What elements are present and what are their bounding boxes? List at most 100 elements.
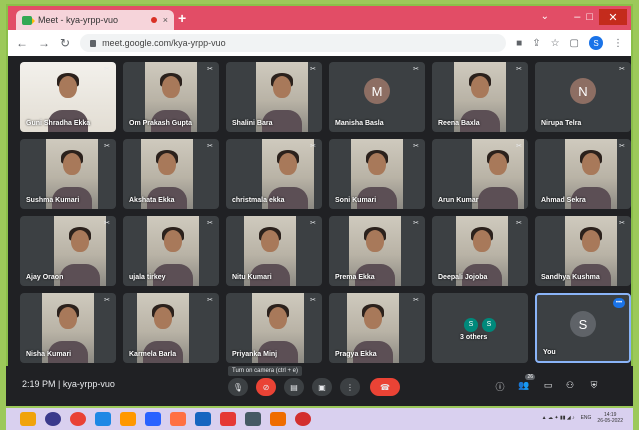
meeting-code: kya-yrpp-vuo (62, 379, 115, 389)
mic-muted-icon: ✂ (310, 297, 316, 304)
host-controls-icon[interactable]: ⛨ (588, 380, 600, 391)
participant-tile[interactable]: Akshata Ekka ✂ (123, 139, 219, 209)
participant-tile[interactable]: Om Prakash Gupta ✂ (123, 62, 219, 132)
clock[interactable]: 14:19 26-05-2022 (597, 412, 623, 424)
person-head (162, 76, 180, 98)
mic-muted-icon: ✂ (104, 143, 110, 150)
person-head (582, 230, 600, 252)
file-explorer-icon[interactable] (20, 412, 36, 426)
participant-tile[interactable]: Arun Kumar ✂ (432, 139, 528, 209)
participant-tile[interactable]: christmala ekka ✂ (226, 139, 322, 209)
participant-name: Arun Kumar (438, 197, 479, 204)
participant-name: Sushma Kumari (26, 197, 80, 204)
participant-grid: Guni Shradha Ekka ✂ Om Prakash Gupta ✂ Shali… (20, 62, 631, 363)
participant-tile[interactable]: Karmela Barla ✂ (123, 293, 219, 363)
participant-tile[interactable]: Nitu Kumari ✂ (226, 216, 322, 286)
new-tab-button[interactable]: + (178, 10, 186, 26)
maximize-button[interactable]: □ (586, 11, 593, 23)
participant-name: Nitu Kumari (232, 274, 272, 281)
minimize-button[interactable]: – (574, 11, 580, 23)
self-avatar: S (570, 311, 596, 337)
chrome-icon[interactable] (70, 412, 86, 426)
participant-name: Akshata Ekka (129, 197, 175, 204)
app-icon[interactable] (195, 412, 211, 426)
vlc-icon[interactable] (170, 412, 186, 426)
mic-muted-icon: ✂ (413, 66, 419, 73)
participant-tile[interactable]: Sandhya Kushma ✂ (535, 216, 631, 286)
mic-muted-icon: ✂ (104, 220, 110, 227)
more-options-button[interactable]: ⋮ (340, 378, 360, 396)
mic-muted-icon: ✂ (207, 143, 213, 150)
app-icon[interactable] (245, 412, 261, 426)
mic-muted-icon: ✂ (310, 220, 316, 227)
mic-muted-icon: ✂ (104, 66, 110, 73)
system-tray: ▲ ☁ ✦ ▮▮ ◢ ♪ ENG 14:19 26-05-2022 (542, 412, 623, 424)
participant-tile[interactable]: Sushma Kumari ✂ (20, 139, 116, 209)
person-head (158, 153, 176, 175)
reload-icon[interactable]: ↻ (60, 36, 70, 50)
participant-tile[interactable]: Ahmad Sekra ✂ (535, 139, 631, 209)
participant-name: Ajay Oraon (26, 274, 64, 281)
end-call-button[interactable]: ☎ (370, 378, 400, 396)
window-close-button[interactable]: ✕ (599, 9, 627, 25)
mic-button[interactable]: 🎙 (228, 378, 248, 396)
participant-name: Om Prakash Gupta (129, 120, 193, 127)
participant-tile[interactable]: M Manisha Basla ✂ (329, 62, 425, 132)
chrome-active-icon[interactable] (295, 412, 311, 426)
tab-meet[interactable]: Meet - kya-yrpp-vuo × (16, 10, 174, 30)
people-icon[interactable]: 👥 26 (518, 374, 535, 391)
person-head (279, 153, 297, 175)
participant-tile[interactable]: Guni Shradha Ekka ✂ (20, 62, 116, 132)
edge-icon[interactable] (95, 412, 111, 426)
hp-icon[interactable] (45, 412, 61, 426)
app-icon[interactable] (145, 412, 161, 426)
forward-arrow-icon[interactable]: → (38, 36, 50, 50)
participant-tile[interactable]: Reena Baxla ✂ (432, 62, 528, 132)
person-head (63, 153, 81, 175)
camera-button[interactable]: ⊘ (256, 378, 276, 396)
participant-tile[interactable]: ujala tirkey ✂ (123, 216, 219, 286)
person-head (582, 153, 600, 175)
language-indicator[interactable]: ENG (581, 415, 592, 421)
participant-tile[interactable]: Prema Ekka ✂ (329, 216, 425, 286)
tab-close-button[interactable]: × (163, 15, 168, 25)
participant-tile[interactable]: Nisha Kumari ✂ (20, 293, 116, 363)
bookmark-star-icon[interactable]: ☆ (551, 38, 560, 49)
participant-tile[interactable]: Pragya Ekka ✂ (329, 293, 425, 363)
chevron-down-icon[interactable]: ⌄ (541, 11, 549, 22)
captions-icon: ▤ (290, 382, 298, 392)
participant-tile[interactable]: Priyanka Minj ✂ (226, 293, 322, 363)
kebab-menu-icon[interactable]: ⋮ (613, 38, 623, 49)
info-icon[interactable]: ⓘ (494, 380, 506, 393)
back-arrow-icon[interactable]: ← (16, 36, 28, 50)
participant-tile[interactable]: Shalini Bara ✂ (226, 62, 322, 132)
url-field[interactable]: meet.google.com/kya-yrpp-vuo (80, 34, 507, 52)
self-tile[interactable]: S You ••• (535, 293, 631, 363)
share-icon[interactable]: ⇪ (532, 38, 540, 49)
chat-icon[interactable]: ▭ (542, 380, 554, 391)
participant-tile[interactable]: Ajay Oraon ✂ (20, 216, 116, 286)
present-icon: ▣ (318, 382, 326, 392)
app-icon[interactable] (270, 412, 286, 426)
present-button[interactable]: ▣ (312, 378, 332, 396)
profile-avatar[interactable]: S (589, 36, 603, 50)
mic-muted-icon: ✂ (619, 220, 625, 227)
person-body (478, 187, 518, 209)
others-tile[interactable]: SS 3 others (432, 293, 528, 363)
participant-tile[interactable]: Deepali Jojoba ✂ (432, 216, 528, 286)
app-icon[interactable] (220, 412, 236, 426)
participant-name: Pragya Ekka (335, 351, 377, 358)
participant-tile[interactable]: N Nirupa Telra ✂ (535, 62, 631, 132)
mic-muted-icon: ✂ (413, 143, 419, 150)
captions-button[interactable]: ▤ (284, 378, 304, 396)
person-head (154, 307, 172, 329)
sidepanel-icon[interactable]: ▢ (570, 38, 579, 49)
activities-icon[interactable]: ⚇ (564, 380, 576, 391)
participant-tile[interactable]: Soni Kumari ✂ (329, 139, 425, 209)
lock-icon (90, 39, 97, 47)
participant-avatar: M (364, 78, 390, 104)
app-icon[interactable] (120, 412, 136, 426)
tile-options-icon[interactable]: ••• (613, 298, 625, 308)
camera-permission-icon[interactable]: ■ (516, 38, 522, 49)
person-head (366, 230, 384, 252)
